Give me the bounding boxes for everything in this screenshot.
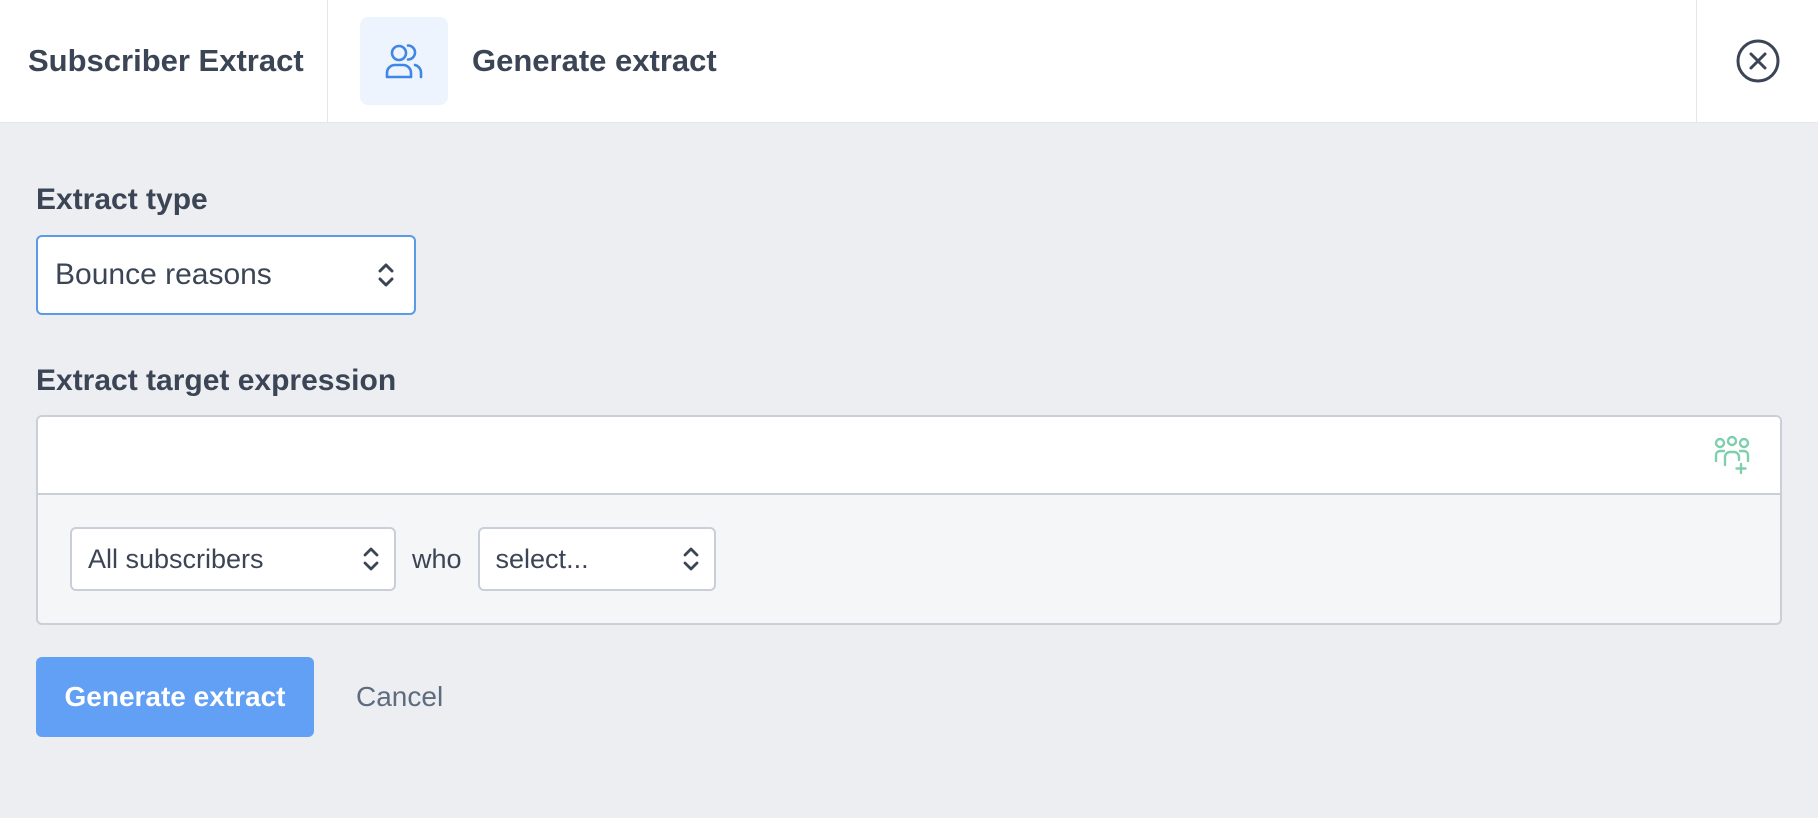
users-icon <box>360 17 448 105</box>
top-bar: Subscriber Extract Generate extract <box>0 0 1818 123</box>
expression-row: All subscribers who select... <box>38 495 1780 623</box>
chevron-updown-icon <box>376 260 396 290</box>
page-header: Generate extract <box>328 0 1697 122</box>
chevron-updown-icon <box>362 545 380 573</box>
extract-type-value: Bounce reasons <box>55 258 272 291</box>
subject-select[interactable]: All subscribers <box>70 527 396 591</box>
target-expression-input[interactable] <box>38 417 1780 495</box>
close-area <box>1697 0 1818 122</box>
condition-select[interactable]: select... <box>477 527 716 591</box>
target-expression-builder: All subscribers who select... <box>36 415 1782 625</box>
close-circle-icon <box>1736 39 1779 83</box>
form-actions: Generate extract Cancel <box>36 657 443 737</box>
cancel-button[interactable]: Cancel <box>356 681 443 713</box>
subject-select-value: All subscribers <box>88 543 264 574</box>
extract-type-label: Extract type <box>36 183 208 216</box>
add-group-icon[interactable] <box>1712 435 1752 475</box>
target-expression-label: Extract target expression <box>36 364 397 397</box>
chevron-updown-icon <box>682 545 700 573</box>
page-title: Generate extract <box>472 43 717 78</box>
generate-extract-button[interactable]: Generate extract <box>36 657 314 737</box>
close-button[interactable] <box>1734 37 1782 85</box>
extract-type-select[interactable]: Bounce reasons <box>36 235 416 315</box>
app-title: Subscriber Extract <box>0 0 328 122</box>
condition-select-value: select... <box>495 543 589 574</box>
connector-text: who <box>412 543 462 574</box>
